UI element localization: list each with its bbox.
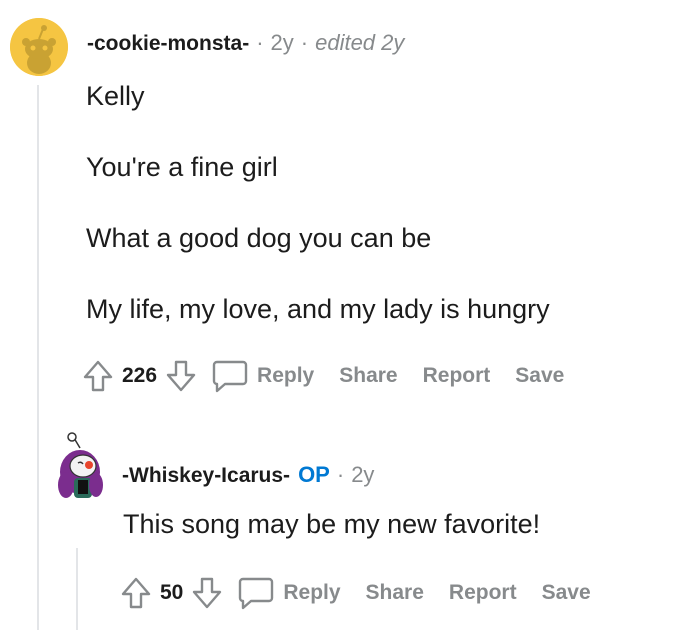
- snoo-avatar-icon: [10, 18, 68, 76]
- comment-line-1: Kelly: [86, 81, 145, 111]
- separator-dot: ·: [336, 462, 345, 487]
- reply-button[interactable]: Reply: [211, 359, 314, 393]
- speech-bubble-icon: [237, 576, 275, 610]
- downvote-icon[interactable]: [189, 575, 225, 611]
- op-badge: OP: [298, 462, 330, 487]
- comment-username[interactable]: -cookie-monsta-: [87, 32, 249, 56]
- comment-age[interactable]: 2y: [271, 30, 294, 56]
- comment-line-2: You're a fine girl: [86, 152, 278, 182]
- reply-text: This song may be my new favorite!: [123, 509, 541, 539]
- share-button[interactable]: Share: [366, 581, 424, 605]
- speech-bubble-icon: [211, 359, 249, 393]
- downvote-icon[interactable]: [163, 358, 199, 394]
- thread-line-reply[interactable]: [76, 548, 78, 630]
- share-button[interactable]: Share: [339, 364, 397, 388]
- separator-dot: ·: [256, 30, 264, 55]
- upvote-icon[interactable]: [118, 575, 154, 611]
- comment-meta: -cookie-monsta- · 2y · edited 2y: [87, 30, 404, 56]
- comment-edited: edited 2y: [315, 30, 405, 55]
- comment-score: 226: [122, 364, 158, 387]
- comment-actions: 226 Reply Share Report Save: [80, 356, 564, 396]
- save-button[interactable]: Save: [515, 364, 564, 388]
- comment-line-3: What a good dog you can be: [86, 223, 432, 253]
- reply-label: Reply: [257, 364, 315, 387]
- separator-dot: ·: [300, 30, 309, 55]
- reply-username[interactable]: -Whiskey-Icarus-: [122, 464, 290, 488]
- upvote-icon[interactable]: [80, 358, 116, 394]
- report-button[interactable]: Report: [449, 581, 517, 605]
- reply-button[interactable]: Reply: [237, 576, 341, 610]
- save-button[interactable]: Save: [542, 581, 591, 605]
- thread-line-main[interactable]: [37, 85, 39, 630]
- report-button[interactable]: Report: [423, 364, 491, 388]
- reply-avatar[interactable]: [52, 430, 110, 502]
- reply-actions: 50 Reply Share Report Save: [118, 573, 591, 613]
- avatar[interactable]: [10, 18, 68, 76]
- reply-meta: -Whiskey-Icarus- OP · 2y: [122, 462, 374, 488]
- reply-label: Reply: [283, 581, 341, 604]
- comment-line-4: My life, my love, and my lady is hungry: [86, 294, 550, 324]
- reply-age[interactable]: 2y: [351, 462, 374, 488]
- snoo-avatar-icon: [58, 432, 103, 498]
- reply-score: 50: [160, 581, 184, 604]
